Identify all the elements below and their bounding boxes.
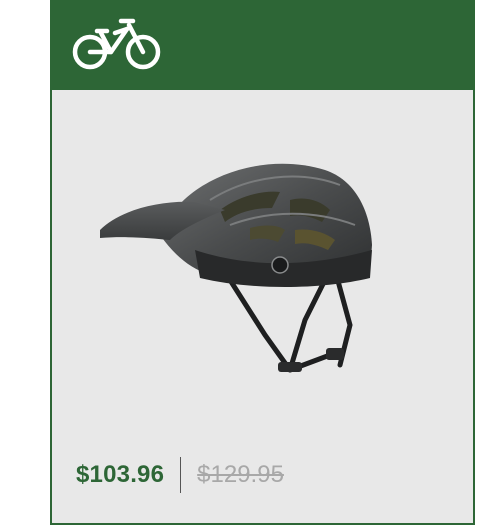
product-card[interactable]: $103.96 $129.95 <box>50 0 475 525</box>
price-row: $103.96 $129.95 <box>76 456 284 494</box>
sale-price: $103.96 <box>76 461 165 488</box>
original-price: $129.95 <box>197 461 284 488</box>
bicycle-icon <box>72 18 161 70</box>
helmet-image <box>100 163 372 373</box>
price-divider <box>180 457 182 493</box>
category-header <box>52 0 473 90</box>
